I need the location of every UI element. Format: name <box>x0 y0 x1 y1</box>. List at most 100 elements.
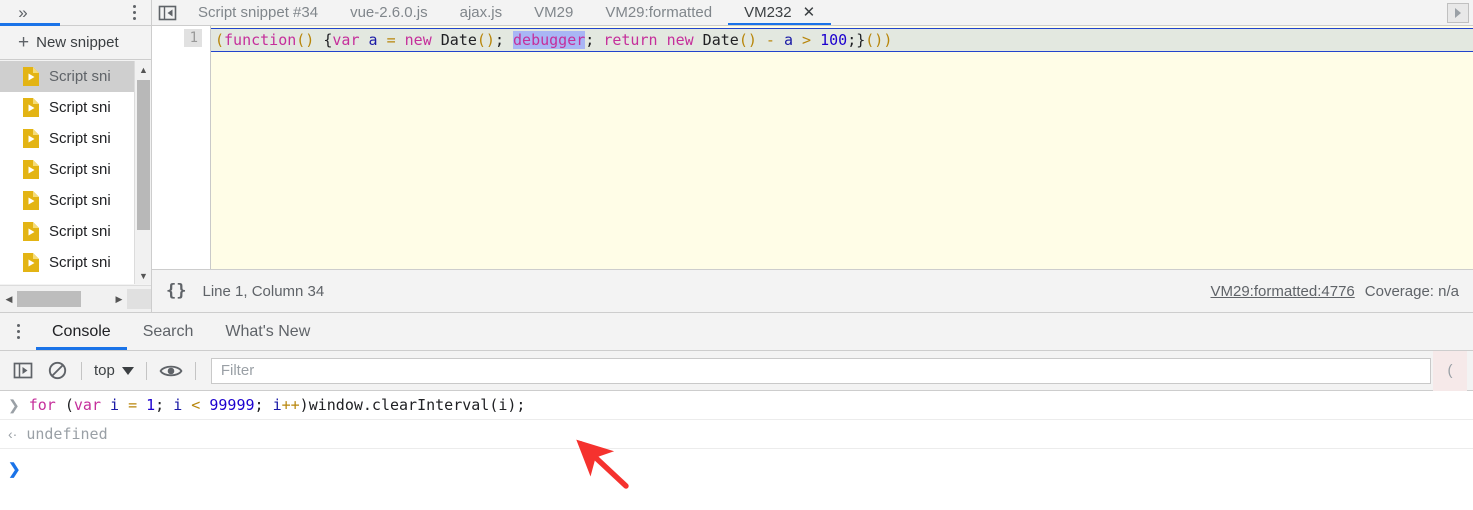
console-code-token: i <box>272 396 282 414</box>
toolbar-divider <box>81 361 82 380</box>
list-item[interactable]: Script sni <box>0 185 151 216</box>
console-code-token: ( <box>55 396 74 414</box>
code-token: - <box>765 31 775 49</box>
script-file-icon <box>22 252 40 273</box>
chevrons-right-icon[interactable]: » <box>0 4 44 21</box>
navigator-vertical-scrollbar[interactable]: ▲ ▼ <box>134 61 151 284</box>
list-item[interactable]: Script sni <box>0 61 151 92</box>
line-number: 1 <box>183 29 202 47</box>
tab-label: vue-2.6.0.js <box>350 4 428 21</box>
tab-vue-2-6-0-js[interactable]: vue-2.6.0.js <box>334 0 444 25</box>
console-code-token <box>101 396 110 414</box>
list-item-label: Script sni <box>49 254 111 271</box>
code-token: var <box>332 31 360 49</box>
scroll-up-icon[interactable]: ▲ <box>135 61 152 78</box>
code-token: 100 <box>820 31 848 49</box>
panel-toggle-icon[interactable] <box>152 0 182 25</box>
list-item[interactable]: Script sni <box>0 123 151 154</box>
code-body[interactable]: (function() {var a = new Date(); debugge… <box>211 26 1473 269</box>
tab-vm232[interactable]: VM232 ✕ <box>728 0 832 25</box>
drawer-tabbar: Console Search What's New <box>0 313 1473 351</box>
drawer-tab-what-s-new[interactable]: What's New <box>209 313 326 350</box>
console-sidebar-icon[interactable] <box>6 356 40 386</box>
code-token: new <box>666 31 694 49</box>
code-token: ) <box>883 31 893 49</box>
console-code-token: ; <box>155 396 174 414</box>
new-snippet-label: New snippet <box>36 34 119 51</box>
execution-paused-line[interactable]: (function() {var a = new Date(); debugge… <box>211 28 1473 52</box>
list-item[interactable]: Script sni <box>0 154 151 185</box>
filter-input[interactable]: Filter <box>210 357 1431 384</box>
console-code-token: var <box>73 396 101 414</box>
new-snippet-button[interactable]: + New snippet <box>0 26 151 60</box>
console-result-message[interactable]: ‹· undefined <box>0 420 1473 449</box>
kebab-menu-icon[interactable] <box>117 0 151 26</box>
vertical-scroll-thumb[interactable] <box>137 80 150 230</box>
scroll-left-icon[interactable]: ◀ <box>1 290 17 308</box>
coverage-label: Coverage: n/a <box>1364 282 1459 300</box>
navigator-tabbar: » <box>0 0 151 26</box>
console-code-token: i <box>173 396 183 414</box>
editor-gutter[interactable]: 1 <box>152 26 211 269</box>
log-levels-selector[interactable]: ( <box>1433 350 1467 391</box>
tab-label: VM29 <box>534 4 574 21</box>
console-code-token: ; <box>254 396 273 414</box>
tab-ajax-js[interactable]: ajax.js <box>444 0 519 25</box>
execution-context-label: top <box>94 362 115 379</box>
console-code-token: < <box>191 396 201 414</box>
console-code-token: for <box>28 396 56 414</box>
console-code-token <box>119 396 128 414</box>
clear-console-icon[interactable] <box>40 356 74 386</box>
tab-vm29-formatted[interactable]: VM29:formatted <box>589 0 728 25</box>
close-icon[interactable]: ✕ <box>803 5 816 20</box>
console-code-token: 1 <box>146 396 156 414</box>
drawer-tab-search[interactable]: Search <box>127 313 210 350</box>
eye-icon[interactable] <box>154 356 188 386</box>
source-location-link[interactable]: VM29:formatted:4776 <box>1211 283 1355 300</box>
navigator-horizontal-scrollbar[interactable]: ◀ ▶ <box>0 285 151 312</box>
console-toolbar: top Filter ( <box>0 350 1473 391</box>
console-code-token: 99999 <box>209 396 255 414</box>
console-code-token <box>137 396 146 414</box>
code-token: return <box>603 31 658 49</box>
tab-script-snippet-34[interactable]: Script snippet #34 <box>182 0 334 25</box>
console-code-token: )window.clearInterval(i); <box>299 396 526 414</box>
script-file-icon <box>22 221 40 242</box>
execution-context-selector[interactable]: top <box>89 362 139 379</box>
tab-vm29[interactable]: VM29 <box>518 0 589 25</box>
code-token: () <box>296 31 315 49</box>
code-token: = <box>386 31 396 49</box>
console-prompt[interactable]: ❯ <box>0 449 1473 489</box>
list-item[interactable]: Script sni <box>0 247 151 278</box>
kebab-menu-icon[interactable] <box>0 313 36 350</box>
code-token: > <box>802 31 812 49</box>
editor-status-bar: {} Line 1, Column 34 VM29:formatted:4776… <box>152 269 1473 312</box>
scroll-down-icon[interactable]: ▼ <box>135 267 152 284</box>
code-token: function <box>224 31 297 49</box>
code-token: () <box>476 31 495 49</box>
console-message-list[interactable]: ❯ for (var i = 1; i < 99999; i ++)window.c… <box>0 391 1473 449</box>
list-item[interactable]: Script sni <box>0 92 151 123</box>
drawer-tab-console[interactable]: Console <box>36 313 127 350</box>
tabbar-scroll-right-button[interactable] <box>1447 2 1469 23</box>
script-file-icon <box>22 128 40 149</box>
code-token: Date <box>431 31 477 49</box>
scroll-right-icon[interactable]: ▶ <box>111 290 127 308</box>
editor-status-right: VM29:formatted:4776 Coverage: n/a <box>1211 283 1460 300</box>
code-token: a <box>783 31 793 49</box>
pretty-print-button[interactable]: {} <box>166 281 186 301</box>
snippet-list[interactable]: Script sni Script sni Script sni Script sni… <box>0 61 151 284</box>
code-editor[interactable]: 1 (function() {var a = new Date(); debug… <box>152 26 1473 269</box>
list-item[interactable]: Script sni <box>0 216 151 247</box>
prompt-caret-icon: ❯ <box>8 461 21 478</box>
console-input-message[interactable]: ❯ for (var i = 1; i < 99999; i ++)window.c… <box>0 391 1473 420</box>
console-code-token: i <box>110 396 120 414</box>
horizontal-scroll-thumb[interactable] <box>17 291 81 307</box>
script-file-icon <box>22 190 40 211</box>
